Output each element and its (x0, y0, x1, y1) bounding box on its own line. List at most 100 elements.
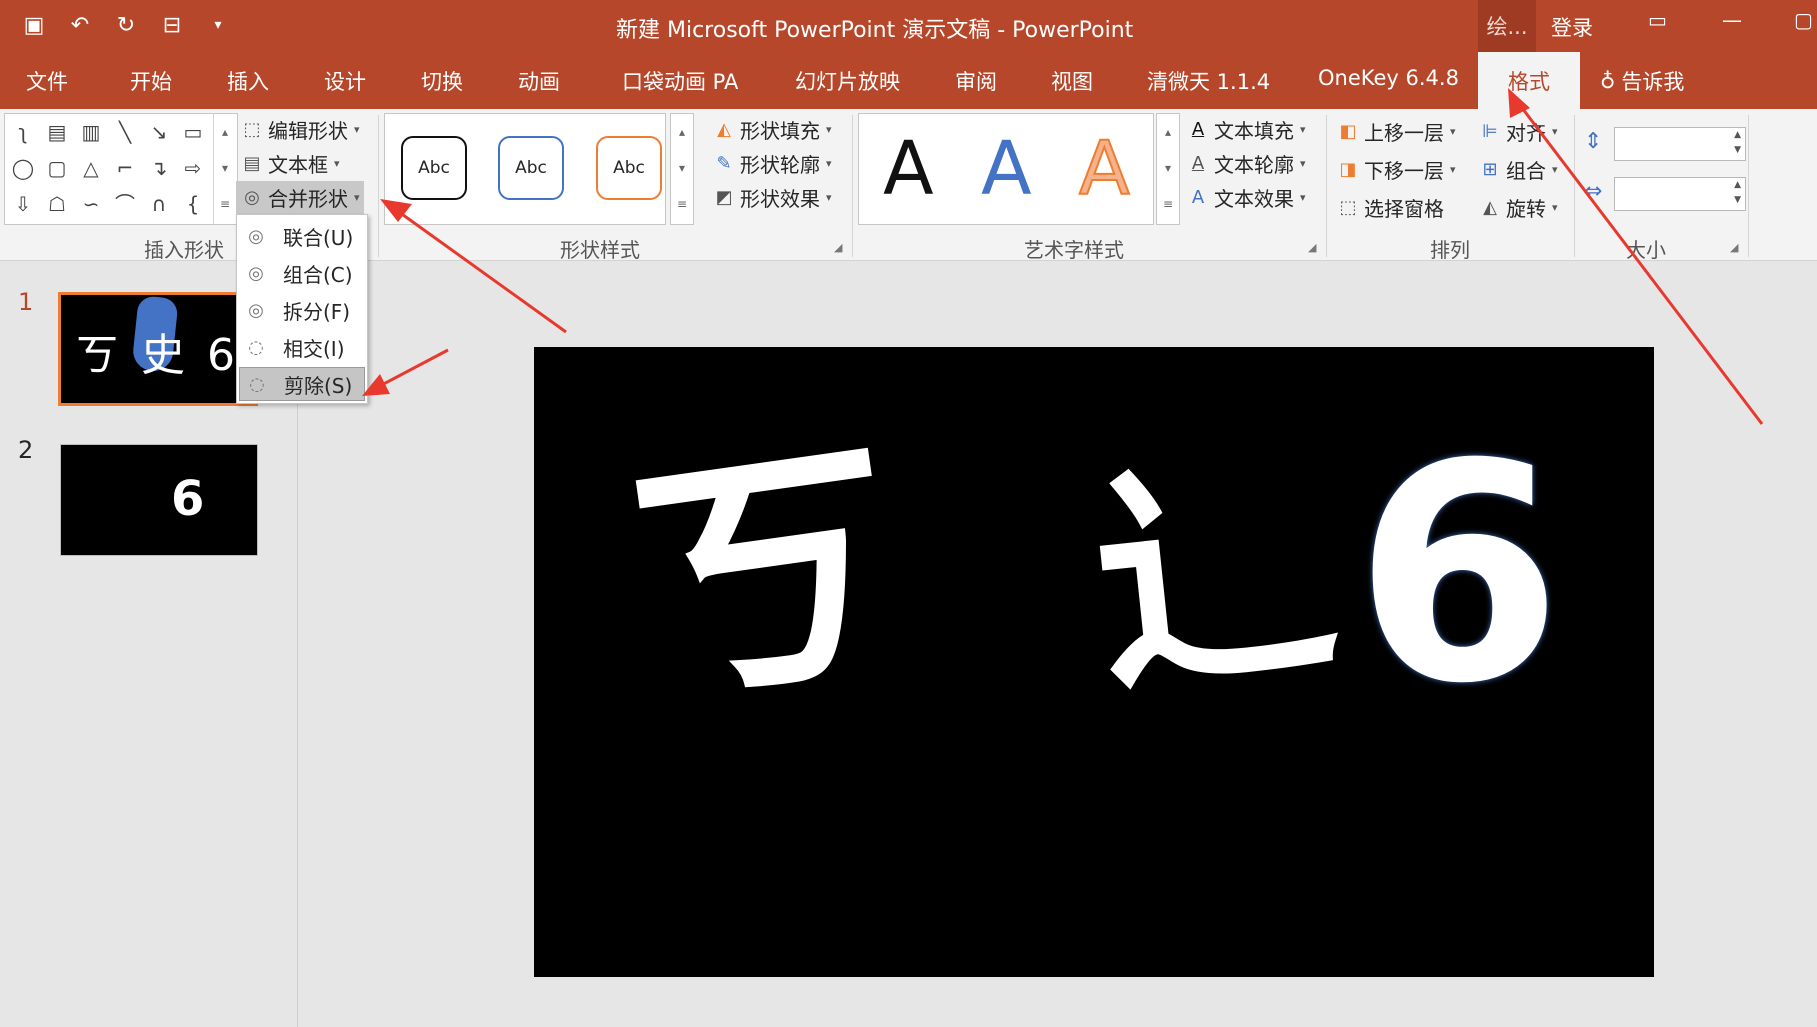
elbow-connector-icon[interactable]: ⌐ (111, 154, 139, 182)
slide-canvas[interactable]: ㄎ 辶 6 (534, 347, 1654, 977)
menu-item-union[interactable]: ◎ 联合(U) (239, 219, 365, 253)
menu-item-intersect[interactable]: ◌ 相交(I) (239, 330, 365, 364)
chevron-down-icon: ▾ (354, 191, 360, 204)
triangle-icon[interactable]: △ (77, 154, 105, 182)
text-fill-button[interactable]: A 文本填充 ▾ (1186, 115, 1306, 144)
shape-style-blue[interactable]: Abc (498, 136, 564, 200)
spin-down-icon[interactable]: ▼ (1734, 145, 1741, 155)
text-effects-icon: A (1191, 187, 1205, 208)
gallery-scroll-up-icon[interactable]: ▴ (671, 114, 693, 150)
elbow-arrow-connector-icon[interactable]: ↴ (145, 154, 173, 182)
minimize-icon[interactable]: — (1722, 8, 1742, 32)
ribbon-display-options-icon[interactable]: ▭ (1648, 8, 1667, 32)
group-objects-button[interactable]: ⊞ 组合 ▾ (1478, 155, 1557, 184)
drawing-tools-context-tab[interactable]: 绘... (1478, 0, 1536, 52)
rectangle-icon[interactable]: ▭ (179, 118, 207, 146)
maximize-icon[interactable]: ▢ (1794, 8, 1813, 32)
tab-home[interactable]: 开始 (130, 66, 172, 96)
menu-item-subtract[interactable]: ◌ 剪除(S) (239, 367, 365, 401)
customize-qat-icon[interactable]: ▾ (202, 8, 234, 42)
dialog-launcher-icon[interactable]: ◢ (1308, 241, 1316, 254)
brace-icon[interactable]: { (179, 190, 207, 218)
merge-shapes-button[interactable]: ◎ 合并形状 ▾ (236, 181, 364, 214)
tab-format[interactable]: 格式 (1478, 52, 1580, 109)
bring-forward-button[interactable]: ◧ 上移一层 ▾ (1336, 117, 1455, 146)
curve-icon[interactable]: ∩ (145, 190, 173, 218)
spin-up-icon[interactable]: ▲ (1734, 130, 1741, 140)
selection-pane-button[interactable]: ⬚ 选择窗格 (1336, 193, 1444, 222)
text-box-shape-icon[interactable]: ▤ (43, 118, 71, 146)
freeform-curve-icon[interactable]: ʅ (9, 118, 37, 146)
tab-qingweitian[interactable]: 清微天 1.1.4 (1147, 66, 1270, 96)
slide-thumbnail-2[interactable]: 6 (60, 444, 258, 556)
group-separator (1326, 115, 1327, 257)
shape-style-black[interactable]: Abc (401, 136, 467, 200)
wordart-styles-gallery[interactable]: A A A (858, 113, 1154, 225)
scribble-icon[interactable]: ∽ (77, 190, 105, 218)
gallery-scroll-up-icon[interactable]: ▴ (1157, 114, 1179, 150)
oval-icon[interactable]: ◯ (9, 154, 37, 182)
tab-slideshow[interactable]: 幻灯片放映 (795, 66, 900, 96)
slide-glyph-right[interactable]: 6 (1354, 425, 1563, 725)
tab-pocket-animation[interactable]: 口袋动画 PA (622, 66, 738, 96)
send-backward-button[interactable]: ◨ 下移一层 ▾ (1336, 155, 1455, 184)
shape-fill-button[interactable]: ◭ 形状填充 ▾ (712, 115, 831, 144)
shape-fill-label: 形状填充 (740, 119, 820, 143)
redo-icon[interactable]: ↻ (110, 8, 142, 42)
shape-height-input[interactable]: ▲ ▼ (1614, 127, 1746, 161)
slide-glyph-left[interactable]: ㄎ (611, 402, 922, 752)
wordart-style-orange[interactable]: A (1078, 124, 1131, 214)
shape-width-input[interactable]: ▲ ▼ (1614, 177, 1746, 211)
right-arrow-shape-icon[interactable]: ⇨ (179, 154, 207, 182)
down-arrow-shape-icon[interactable]: ⇩ (9, 190, 37, 218)
align-button[interactable]: ⊫ 对齐 ▾ (1478, 117, 1557, 146)
gallery-more-icon[interactable]: ≡ (214, 186, 236, 222)
shape-style-orange[interactable]: Abc (596, 136, 662, 200)
gallery-scroll-down-icon[interactable]: ▾ (671, 150, 693, 186)
line-icon[interactable]: ╲ (111, 118, 139, 146)
text-effects-button[interactable]: A 文本效果 ▾ (1186, 183, 1306, 212)
tab-insert[interactable]: 插入 (227, 66, 269, 96)
freeform-shape-icon[interactable]: ☖ (43, 190, 71, 218)
dialog-launcher-icon[interactable]: ◢ (1730, 241, 1738, 254)
gallery-scroll-up-icon[interactable]: ▴ (214, 114, 236, 150)
rotate-button[interactable]: ◭ 旋转 ▾ (1478, 193, 1557, 222)
vertical-text-box-icon[interactable]: ▥ (77, 118, 105, 146)
arc-icon[interactable]: ⌒ (111, 190, 139, 218)
tab-file[interactable]: 文件 (26, 66, 68, 96)
edit-shape-button[interactable]: ⬚ 编辑形状 ▾ (240, 115, 359, 144)
tab-onekey[interactable]: OneKey 6.4.8 (1318, 66, 1459, 90)
slide-glyph-middle[interactable]: 辶 (1080, 425, 1348, 729)
spin-down-icon[interactable]: ▼ (1734, 195, 1741, 205)
tab-view[interactable]: 视图 (1051, 66, 1093, 96)
login-button[interactable]: 登录 (1551, 12, 1593, 42)
tab-review[interactable]: 审阅 (955, 66, 997, 96)
slide-number: 2 (18, 436, 34, 464)
tab-transitions[interactable]: 切换 (421, 66, 463, 96)
shape-outline-button[interactable]: ✎ 形状轮廓 ▾ (712, 149, 831, 178)
text-outline-button[interactable]: A 文本轮廓 ▾ (1186, 149, 1306, 178)
undo-icon[interactable]: ↶ (64, 8, 96, 42)
wordart-style-black[interactable]: A (883, 124, 934, 214)
shapes-gallery[interactable]: ʅ ▤ ▥ ╲ ↘ ▭ ◯ ▢ △ ⌐ ↴ ⇨ ⇩ ☖ ∽ ⌒ ∩ { ▴ ▾ … (4, 113, 238, 225)
save-icon[interactable]: ▣ (18, 8, 50, 42)
shape-styles-gallery[interactable]: Abc Abc Abc (384, 113, 666, 225)
tell-me[interactable]: ♁ 告诉我 (1600, 66, 1684, 96)
gallery-scroll-down-icon[interactable]: ▾ (214, 150, 236, 186)
textbox-button[interactable]: ▤ 文本框 ▾ (240, 149, 339, 178)
rounded-rectangle-icon[interactable]: ▢ (43, 154, 71, 182)
wordart-style-blue[interactable]: A (981, 124, 1032, 214)
slide-thumbnail-1[interactable]: ㄎ 史 6 (58, 292, 258, 406)
gallery-scroll-down-icon[interactable]: ▾ (1157, 150, 1179, 186)
menu-item-combine[interactable]: ◎ 组合(C) (239, 256, 365, 290)
tab-design[interactable]: 设计 (324, 66, 366, 96)
menu-item-fragment[interactable]: ◎ 拆分(F) (239, 293, 365, 327)
arrow-line-icon[interactable]: ↘ (145, 118, 173, 146)
gallery-more-icon[interactable]: ≡ (1157, 186, 1179, 222)
tab-animations[interactable]: 动画 (518, 66, 560, 96)
spin-up-icon[interactable]: ▲ (1734, 180, 1741, 190)
shape-effects-button[interactable]: ◩ 形状效果 ▾ (712, 183, 831, 212)
dialog-launcher-icon[interactable]: ◢ (834, 241, 842, 254)
present-icon[interactable]: ⊟ (156, 8, 188, 42)
gallery-more-icon[interactable]: ≡ (671, 186, 693, 222)
